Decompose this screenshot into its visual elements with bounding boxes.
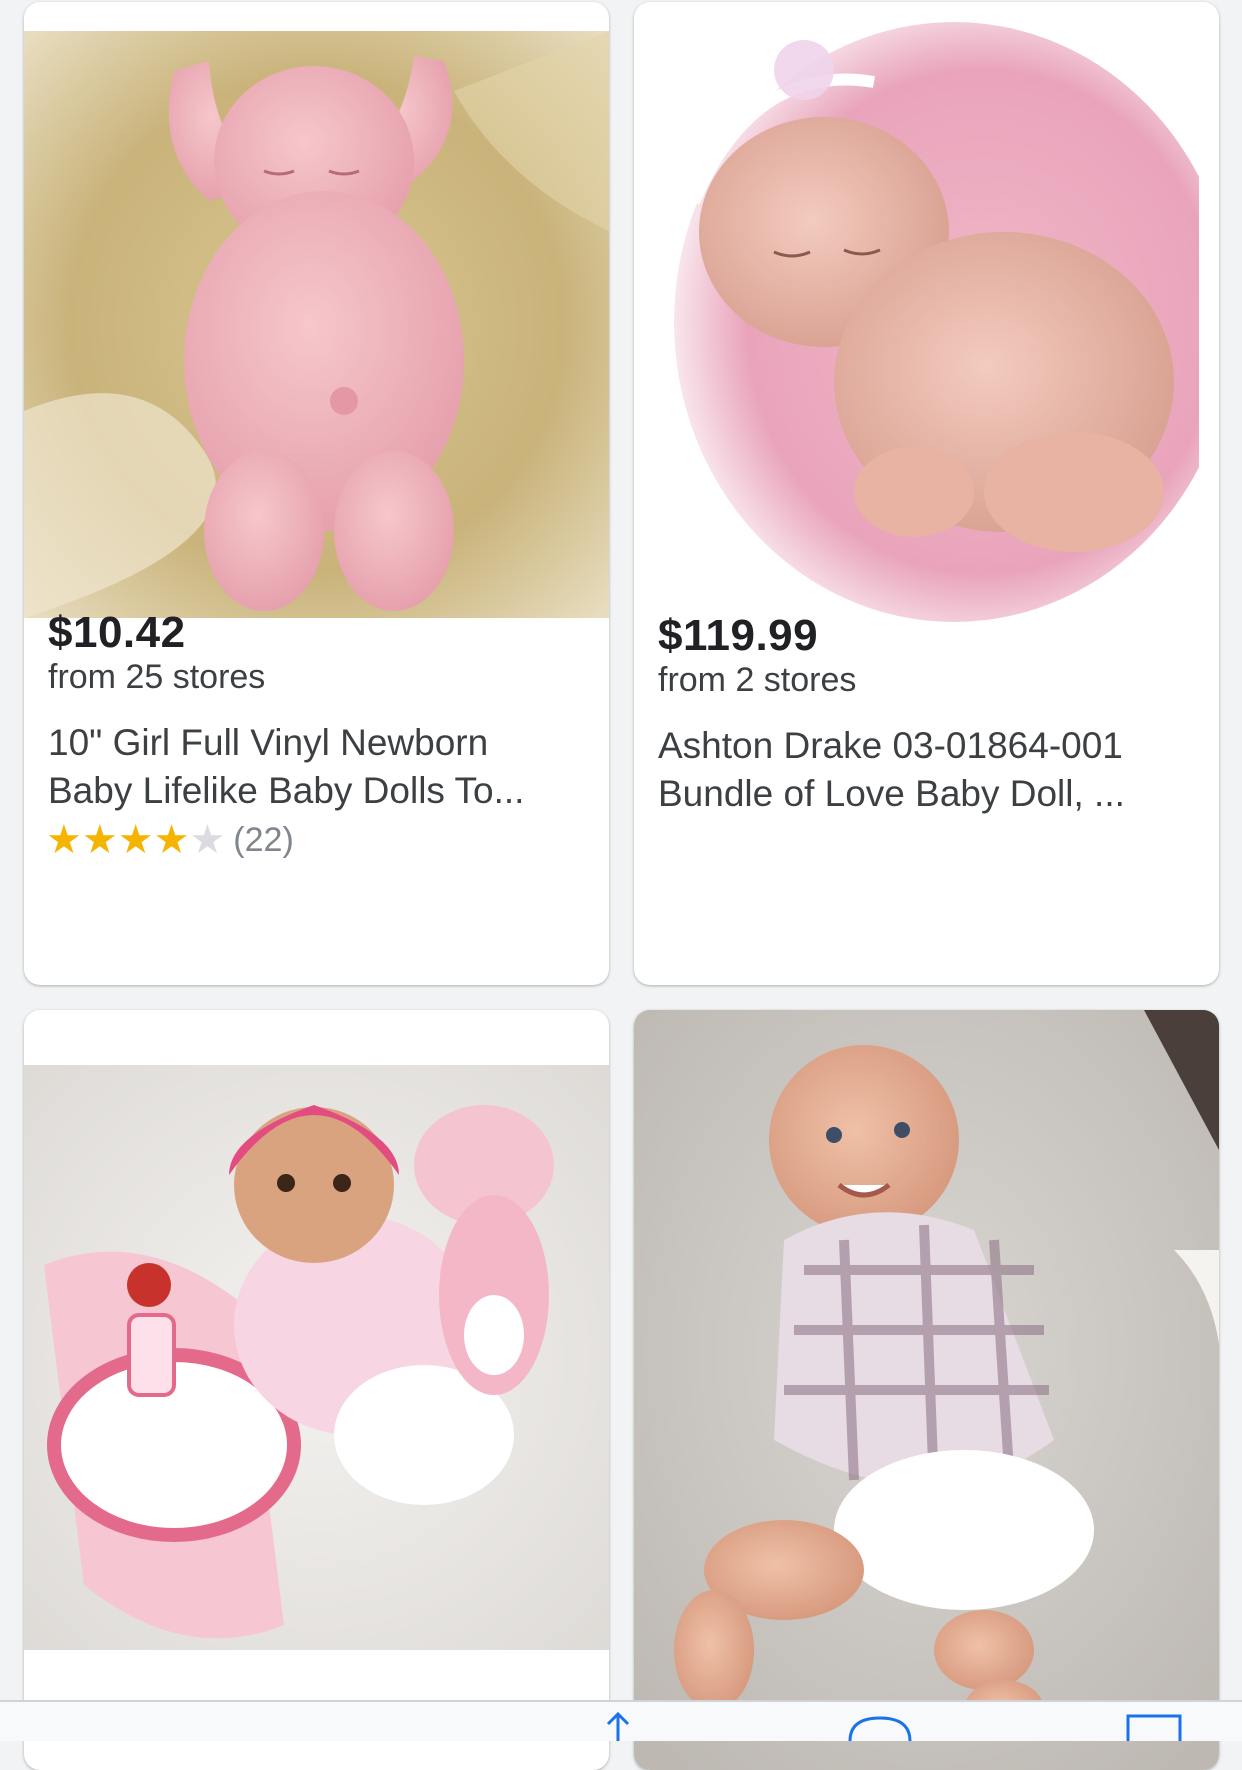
bookmarks-icon[interactable] bbox=[846, 1712, 916, 1746]
product-price: $119.99 bbox=[658, 611, 819, 660]
product-image[interactable] bbox=[24, 31, 609, 618]
results-grid: $10.42 from 25 stores 10" Girl Full Viny… bbox=[0, 0, 1242, 1770]
product-title-line: 10" Girl Full Vinyl Newborn bbox=[48, 722, 489, 763]
share-icon[interactable] bbox=[598, 1711, 638, 1746]
store-count: from 2 stores bbox=[658, 661, 857, 699]
product-title[interactable]: 10" Girl Full Vinyl Newborn Baby Lifelik… bbox=[48, 719, 588, 815]
product-image[interactable] bbox=[24, 1065, 609, 1650]
store-count: from 25 stores bbox=[48, 658, 266, 696]
product-card[interactable] bbox=[24, 1010, 609, 1770]
product-card[interactable]: $10.42 from 25 stores 10" Girl Full Viny… bbox=[24, 2, 609, 985]
star-filled-icon: ★ bbox=[46, 818, 82, 862]
product-card[interactable]: $119.99 from 2 stores Ashton Drake 03-01… bbox=[634, 2, 1219, 985]
tabs-icon[interactable] bbox=[1126, 1712, 1182, 1746]
star-filled-icon: ★ bbox=[153, 818, 190, 862]
star-filled-icon: ★ bbox=[81, 818, 118, 862]
product-image[interactable] bbox=[634, 1010, 1219, 1770]
star-filled-icon: ★ bbox=[117, 818, 154, 862]
product-card[interactable] bbox=[634, 1010, 1219, 1770]
star-empty-icon: ★ bbox=[189, 818, 226, 862]
product-title-line: Ashton Drake 03-01864-001 bbox=[658, 725, 1123, 766]
review-count: (22) bbox=[233, 820, 294, 859]
product-rating: ★ ★ ★ ★ ★ (22) bbox=[46, 820, 294, 860]
product-title[interactable]: Ashton Drake 03-01864-001 Bundle of Love… bbox=[658, 722, 1198, 818]
product-price: $10.42 bbox=[48, 608, 186, 657]
product-title-line: Bundle of Love Baby Doll, ... bbox=[658, 773, 1125, 814]
product-image[interactable] bbox=[654, 22, 1199, 622]
product-title-line: Baby Lifelike Baby Dolls To... bbox=[48, 770, 525, 811]
browser-toolbar bbox=[0, 1700, 1242, 1742]
